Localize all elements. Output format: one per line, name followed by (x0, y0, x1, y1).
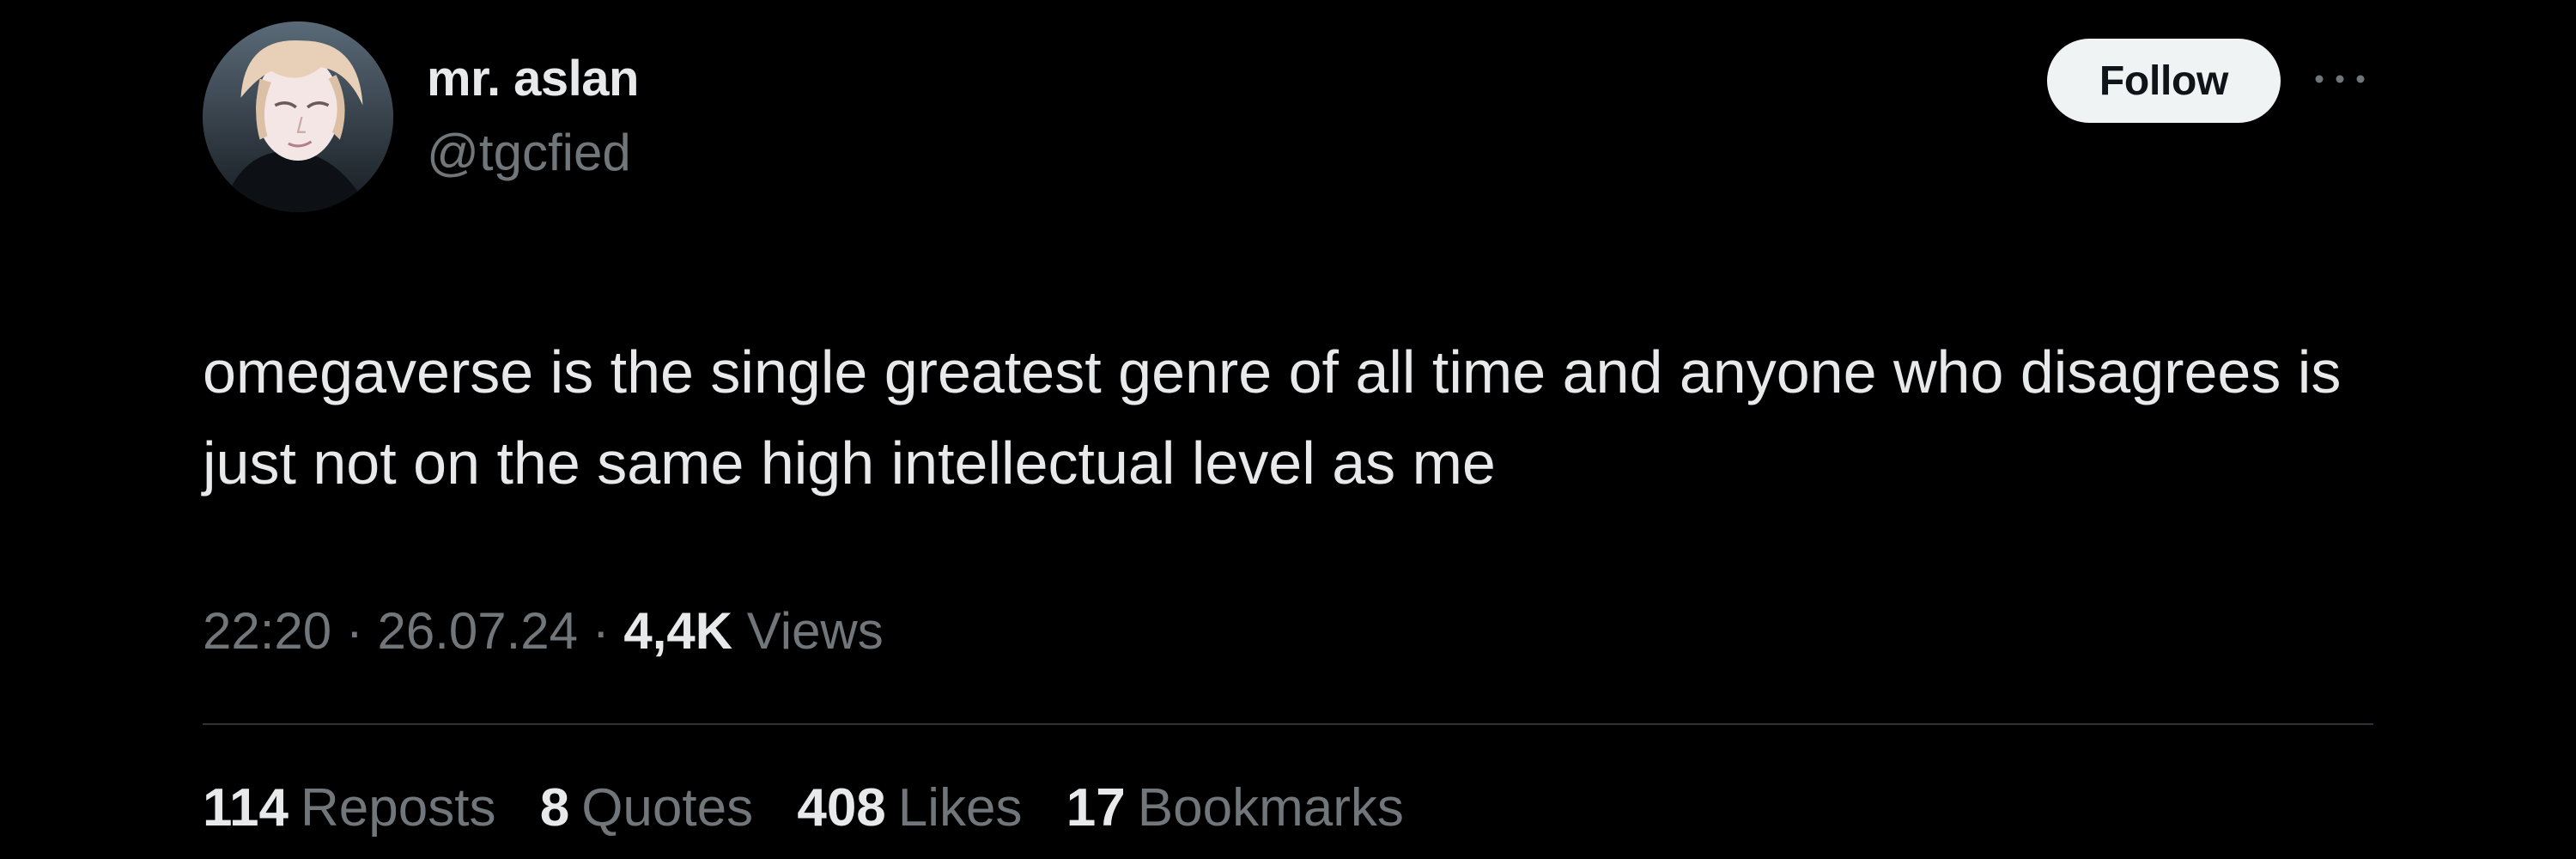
reposts-count: 114 (203, 778, 289, 838)
bookmarks-stat[interactable]: 17 Bookmarks (1066, 778, 1404, 838)
quotes-label: Quotes (581, 778, 754, 838)
reposts-stat[interactable]: 114 Reposts (203, 778, 495, 838)
tweet-text: omegaverse is the single greatest genre … (203, 338, 2342, 497)
more-horizontal-icon (2315, 75, 2365, 83)
tweet-detail: mr. aslan @tgcfied Follow omegaverse is … (0, 0, 2576, 859)
tweet-time[interactable]: 22:20 (203, 602, 331, 660)
meta-separator: · (592, 602, 610, 660)
tweet-meta: 22:20 · 26.07.24 · 4,4K Views (203, 601, 884, 661)
divider (203, 723, 2373, 725)
likes-stat[interactable]: 408 Likes (797, 778, 1022, 838)
follow-button[interactable]: Follow (2047, 39, 2281, 123)
views-count: 4,4K (623, 602, 733, 660)
views-label: Views (746, 602, 884, 660)
quotes-stat[interactable]: 8 Quotes (540, 778, 753, 838)
bookmarks-label: Bookmarks (1137, 778, 1404, 838)
meta-separator: · (345, 602, 363, 660)
engagement-stats: 114 Reposts 8 Quotes 408 Likes 17 Bookmarks (203, 777, 1433, 838)
quotes-count: 8 (539, 778, 570, 838)
bookmarks-count: 17 (1066, 778, 1126, 838)
likes-label: Likes (897, 778, 1023, 838)
avatar[interactable] (203, 21, 393, 212)
author-handle[interactable]: @tgcfied (427, 123, 631, 182)
likes-count: 408 (797, 778, 886, 838)
tweet-date[interactable]: 26.07.24 (377, 602, 578, 660)
author-display-name[interactable]: mr. aslan (427, 50, 639, 107)
more-options-button[interactable] (2310, 53, 2370, 105)
reposts-label: Reposts (301, 778, 496, 838)
